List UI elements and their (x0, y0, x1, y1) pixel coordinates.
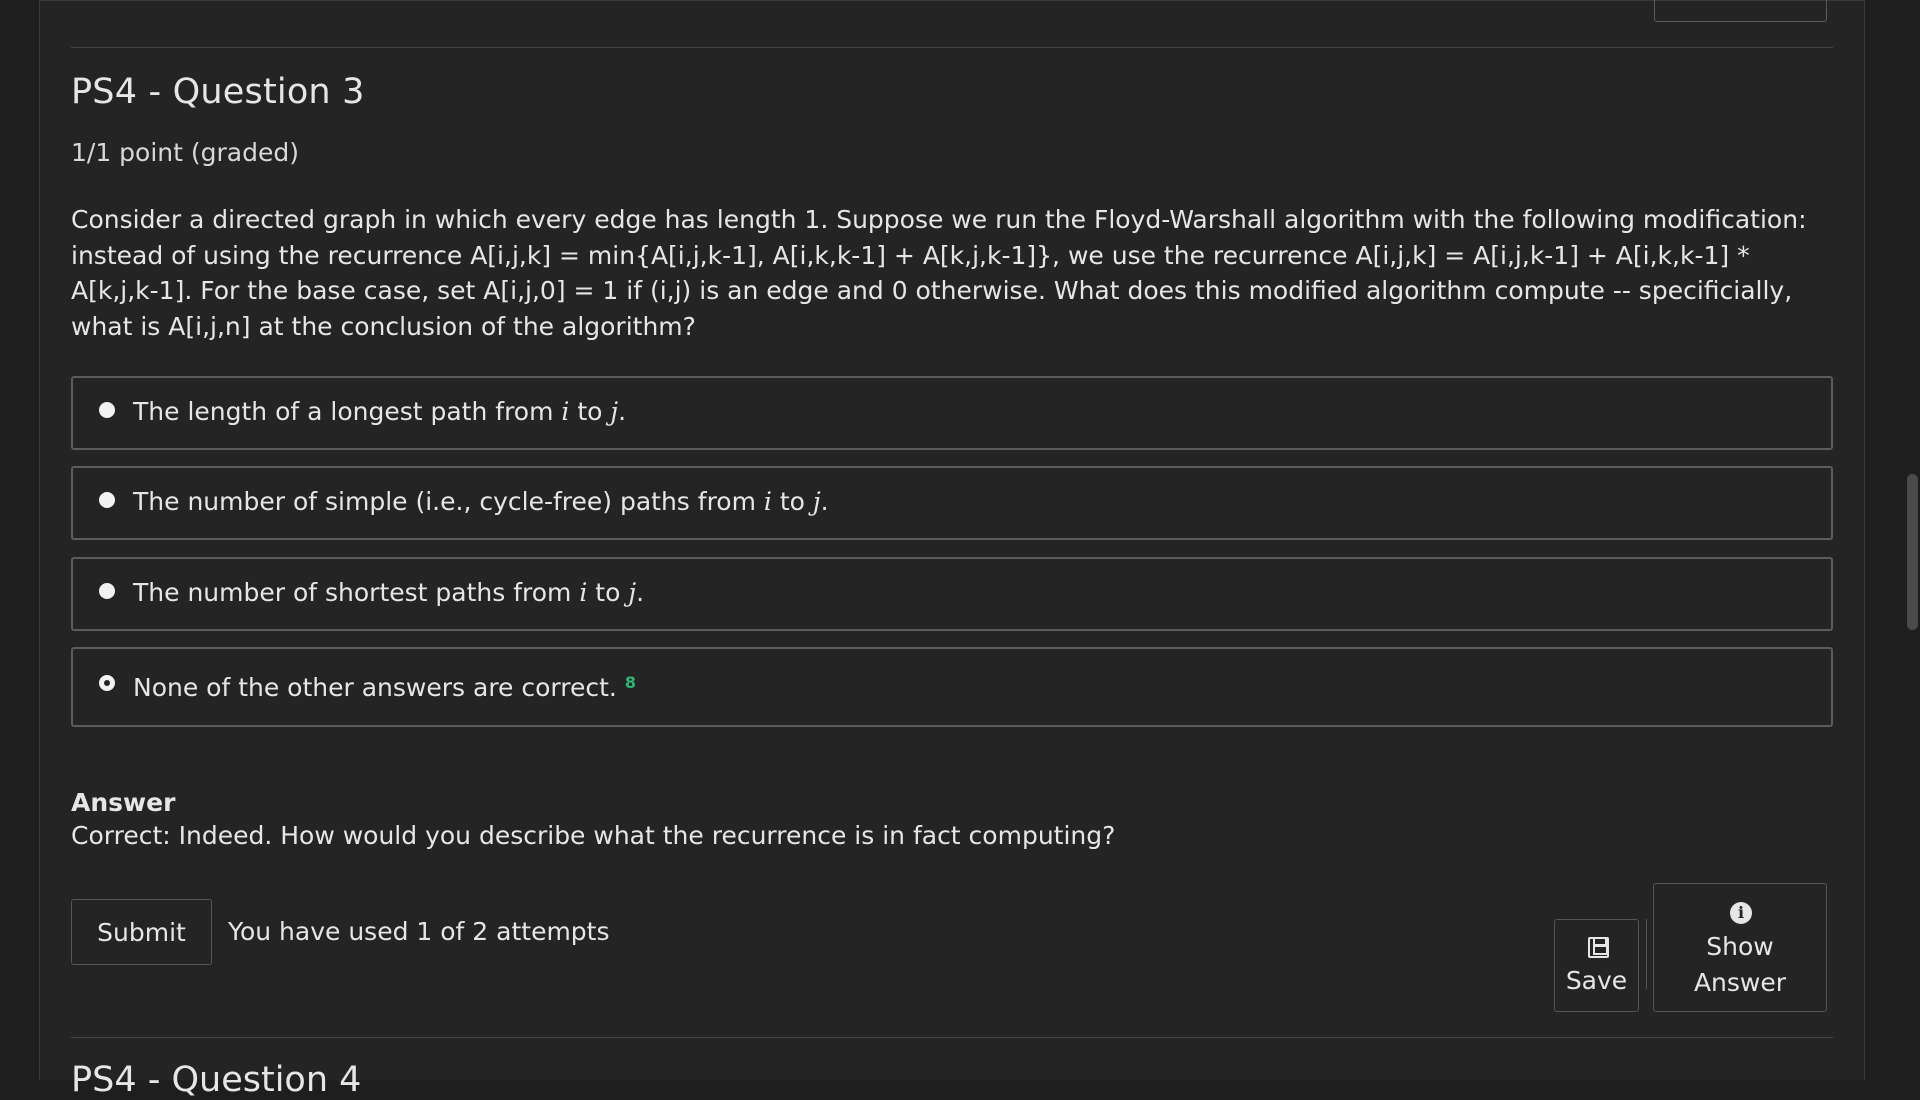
correct-icon: 8 (624, 673, 637, 692)
radio-button[interactable] (99, 402, 115, 418)
radio-button[interactable] (99, 583, 115, 599)
button-separator (1646, 919, 1647, 989)
show-answer-button[interactable]: i Show Answer (1653, 883, 1827, 1012)
answer-option-shortest-paths[interactable]: The number of shortest paths from i to j… (71, 557, 1833, 631)
answer-option-none-correct[interactable]: None of the other answers are correct. 8 (71, 647, 1833, 727)
show-answer-label: Show Answer (1693, 932, 1787, 997)
option-label: The number of shortest paths from i to j… (133, 578, 645, 607)
question-points: 1/1 point (graded) (71, 138, 299, 167)
answer-heading: Answer (71, 788, 176, 817)
top-divider (71, 47, 1833, 48)
answer-option-longest-path[interactable]: The length of a longest path from i to j… (71, 376, 1833, 450)
option-label: The number of simple (i.e., cycle-free) … (133, 487, 829, 516)
submit-button[interactable]: Submit (71, 899, 212, 965)
bottom-divider (71, 1037, 1833, 1038)
question-text: Consider a directed graph in which every… (71, 205, 1807, 341)
previous-show-answer-button[interactable] (1654, 0, 1827, 22)
radio-button[interactable] (99, 492, 115, 508)
attempts-counter: You have used 1 of 2 attempts (228, 917, 610, 946)
option-label: The length of a longest path from i to j… (133, 397, 627, 426)
save-button[interactable]: Save (1554, 919, 1639, 1012)
answer-feedback: Correct: Indeed. How would you describe … (71, 821, 1116, 850)
save-label: Save (1565, 966, 1628, 995)
option-label: None of the other answers are correct. 8 (133, 673, 637, 702)
info-icon: i (1730, 902, 1752, 924)
question-title: PS4 - Question 3 (71, 72, 365, 112)
radio-button-selected[interactable] (99, 675, 115, 691)
answer-option-simple-paths[interactable]: The number of simple (i.e., cycle-free) … (71, 466, 1833, 540)
save-icon (1588, 937, 1609, 958)
scrollbar-thumb[interactable] (1907, 474, 1918, 630)
scrollbar[interactable] (1903, 0, 1920, 1080)
next-question-title: PS4 - Question 4 (71, 1060, 362, 1100)
page: PS4 - Question 3 1/1 point (graded) Cons… (0, 0, 1920, 1100)
